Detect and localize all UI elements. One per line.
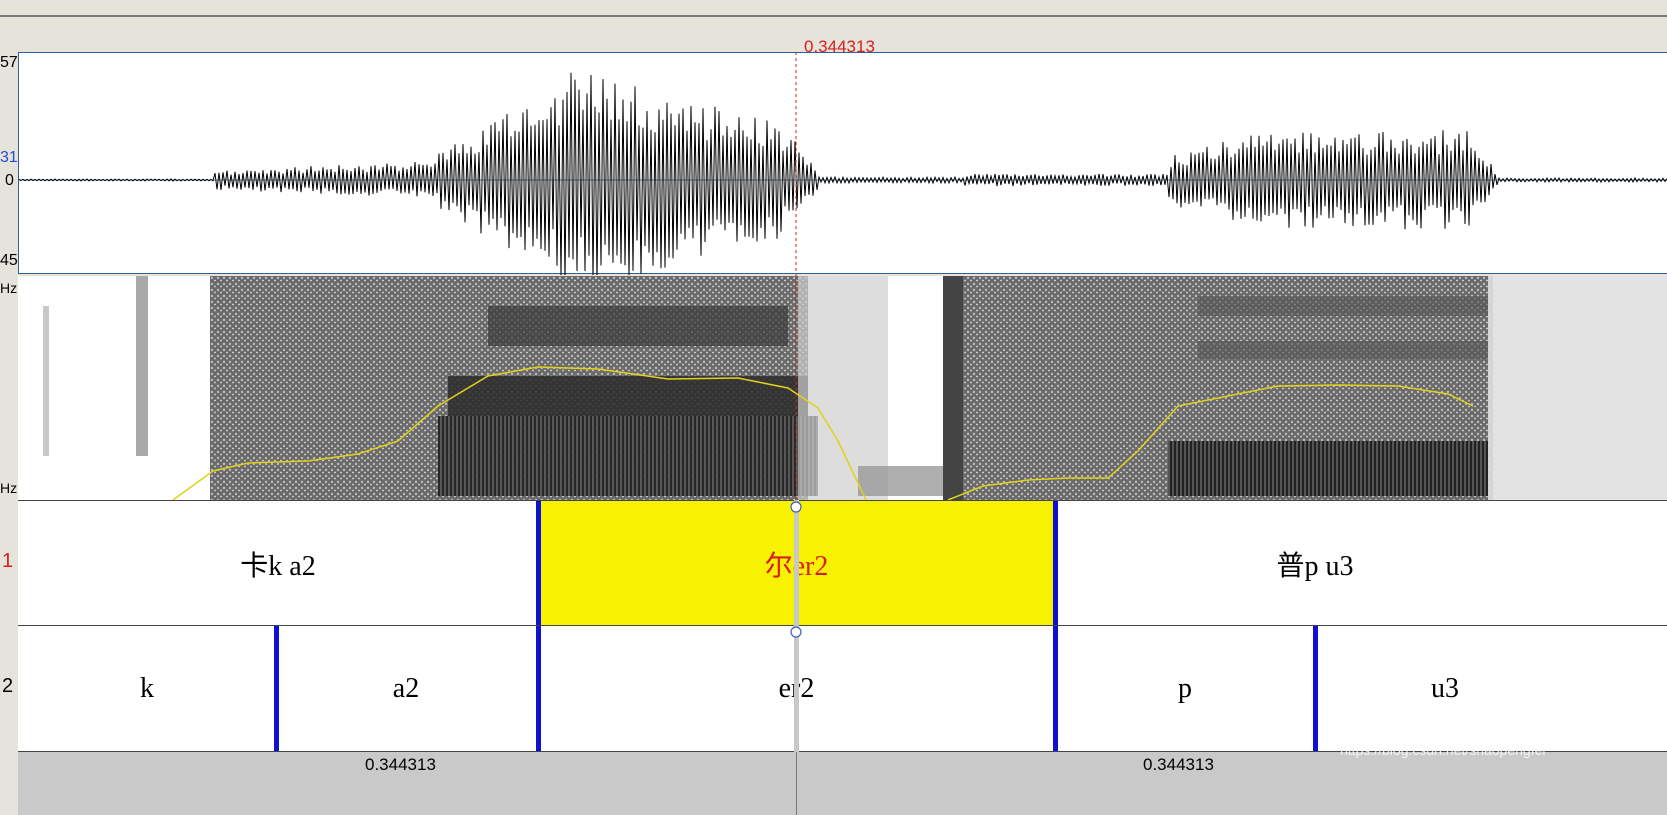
cursor-handle-bottom[interactable]: [790, 626, 802, 638]
cursor-overlay: [790, 52, 802, 752]
cursor-in-tiers[interactable]: [794, 500, 799, 752]
cursor-handle-top[interactable]: [790, 501, 802, 513]
